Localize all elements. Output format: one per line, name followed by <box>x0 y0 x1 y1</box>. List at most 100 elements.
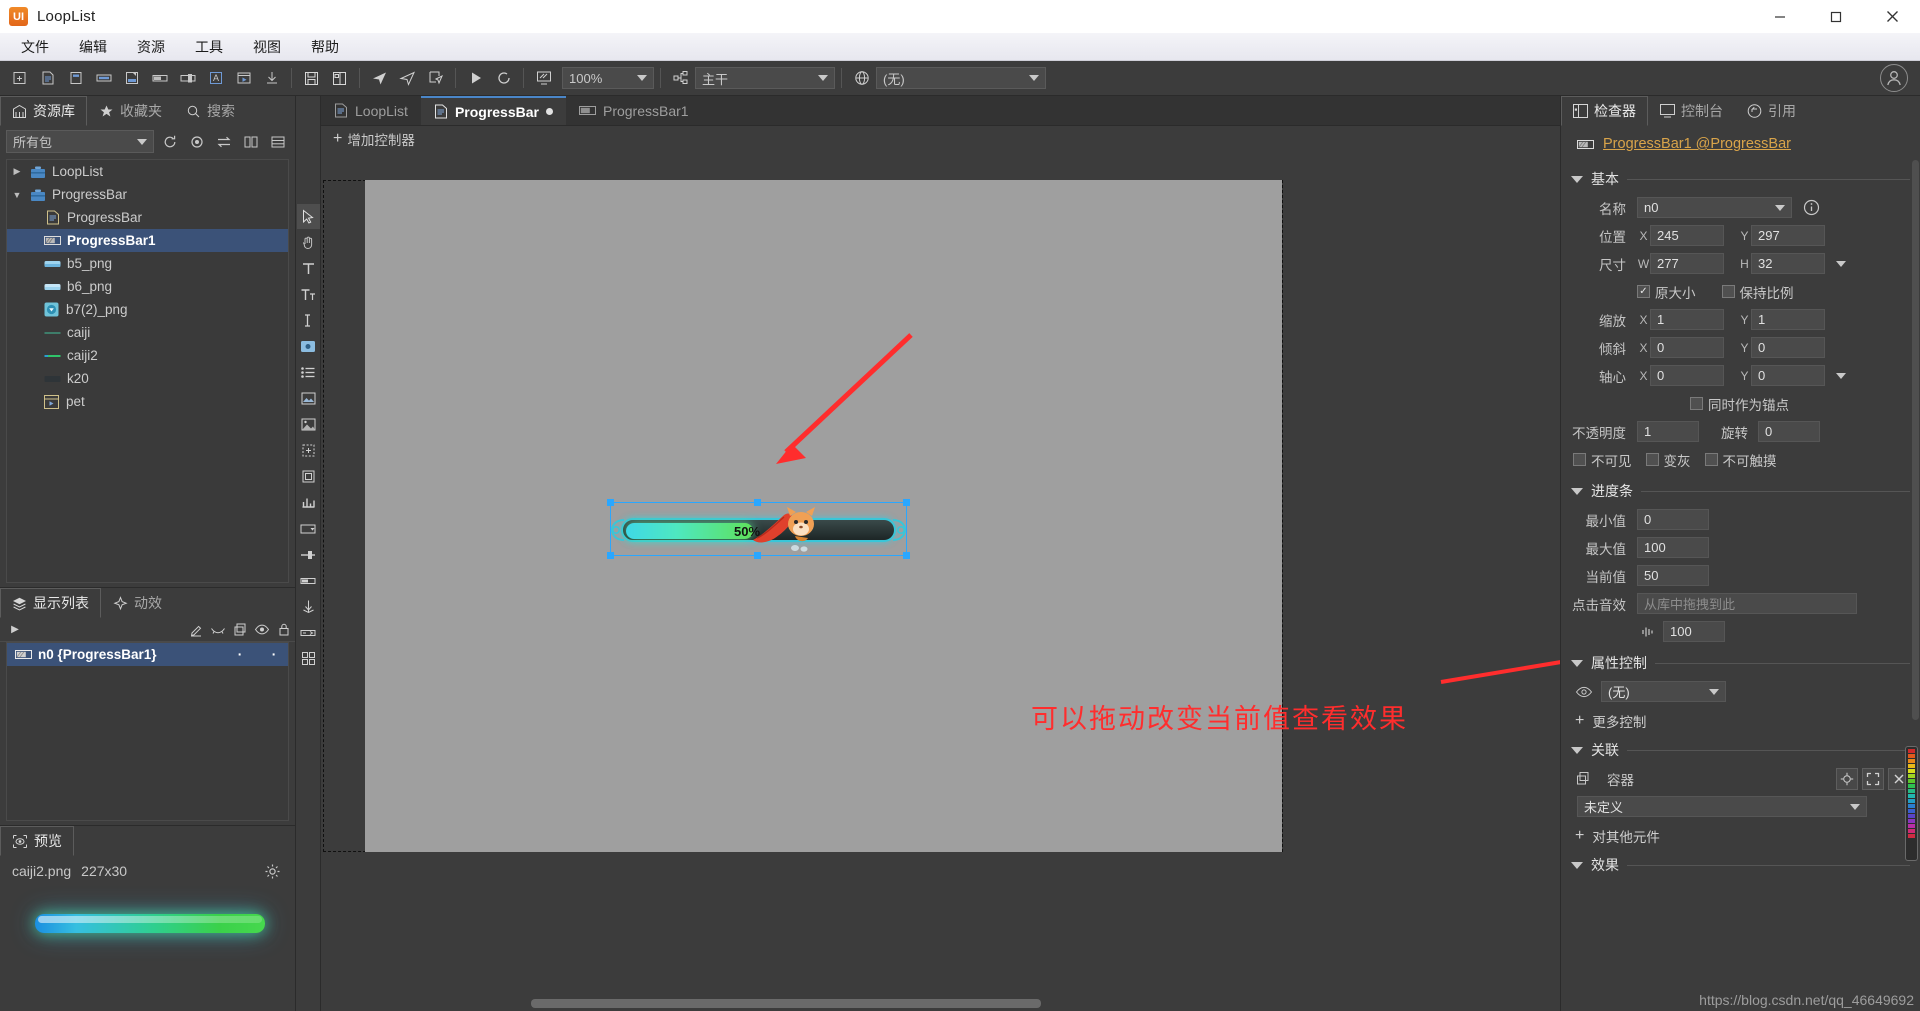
chevron-down-icon[interactable] <box>1571 659 1583 667</box>
chevron-right-icon[interactable]: ▶ <box>11 166 23 177</box>
chevron-down-icon[interactable] <box>1571 487 1583 495</box>
more-control-button[interactable]: + 更多控制 <box>1575 711 1910 731</box>
gear-icon[interactable] <box>261 860 283 882</box>
fullscreen-icon[interactable] <box>1862 767 1884 790</box>
visible-icon[interactable] <box>251 619 273 641</box>
pivot-expand-chevron-icon[interactable] <box>1836 372 1846 379</box>
tab-search[interactable]: 搜索 <box>174 96 247 126</box>
inspector-object-title[interactable]: ProgressBar1 @ProgressBar <box>1603 136 1791 152</box>
chevron-down-icon[interactable] <box>1571 175 1583 183</box>
resize-handle-ne[interactable] <box>903 499 910 506</box>
position-y-input[interactable]: 297 <box>1751 225 1825 246</box>
size-h-input[interactable]: 32 <box>1751 253 1825 274</box>
resize-handle-se[interactable] <box>903 552 910 559</box>
tree-item-progressbar-component[interactable]: ProgressBar <box>7 206 288 229</box>
menu-file[interactable]: 文件 <box>6 34 64 60</box>
sound-dropzone[interactable]: 从库中拖拽到此 <box>1637 593 1857 614</box>
name-input[interactable]: n0 <box>1637 197 1792 218</box>
close-icon[interactable] <box>1864 0 1920 33</box>
eye-icon[interactable] <box>1573 681 1595 703</box>
richtext-tool[interactable] <box>297 282 320 307</box>
list-icon[interactable] <box>267 131 289 153</box>
locate-icon[interactable] <box>186 131 208 153</box>
progress-tool[interactable] <box>297 594 320 619</box>
volume-input[interactable]: 100 <box>1663 621 1725 642</box>
inspector-scrollbar[interactable] <box>1912 160 1919 720</box>
current-value-input[interactable]: 50 <box>1637 565 1709 586</box>
tree-item-b5-png[interactable]: b5_png <box>7 252 288 275</box>
import-icon[interactable] <box>258 65 285 92</box>
align-tool[interactable] <box>297 646 320 671</box>
refresh-icon[interactable] <box>159 131 181 153</box>
menu-resource[interactable]: 资源 <box>122 34 180 60</box>
image-tool[interactable] <box>297 386 320 411</box>
tab-animation[interactable]: 动效 <box>101 588 174 618</box>
progressbar-widget[interactable]: 50% <box>607 499 910 559</box>
maximize-icon[interactable] <box>1808 0 1864 33</box>
new-package-icon[interactable] <box>6 65 33 92</box>
doc-tab-progressbar[interactable]: ProgressBar <box>420 96 566 125</box>
rotation-input[interactable]: 0 <box>1758 421 1820 442</box>
section-progressbar-header[interactable]: 进度条 <box>1571 481 1910 501</box>
display-list-rows[interactable]: n0 {ProgressBar1} · · <box>6 642 289 821</box>
anchor-checkbox[interactable] <box>1690 397 1703 410</box>
menu-help[interactable]: 帮助 <box>296 34 354 60</box>
tab-display-list[interactable]: 显示列表 <box>0 588 101 618</box>
input-tool[interactable] <box>297 308 320 333</box>
color-spectrum-strip[interactable] <box>1905 746 1918 861</box>
menu-tools[interactable]: 工具 <box>180 34 238 60</box>
max-value-input[interactable]: 100 <box>1637 537 1709 558</box>
size-expand-chevron-icon[interactable] <box>1836 260 1846 267</box>
plus-icon[interactable]: + <box>333 130 342 148</box>
section-relation-header[interactable]: 关联 <box>1571 740 1910 760</box>
scale-y-input[interactable]: 1 <box>1751 309 1825 330</box>
invisible-checkbox[interactable] <box>1573 453 1586 466</box>
section-basic-header[interactable]: 基本 <box>1571 169 1910 189</box>
keep-ratio-checkbox[interactable] <box>1721 285 1735 298</box>
hidden-eye-icon[interactable] <box>207 619 229 641</box>
pivot-y-input[interactable]: 0 <box>1751 365 1825 386</box>
group-tool[interactable] <box>297 438 320 463</box>
branch-selector[interactable]: 主干 <box>695 67 835 89</box>
tree-item-pet[interactable]: pet <box>7 390 288 413</box>
section-attribute-control-header[interactable]: 属性控制 <box>1571 653 1910 673</box>
publish-icon[interactable] <box>366 65 393 92</box>
tree-item-b6-png[interactable]: b6_png <box>7 275 288 298</box>
position-x-input[interactable]: 245 <box>1650 225 1724 246</box>
tab-favorites[interactable]: 收藏夹 <box>87 96 174 126</box>
doc-tab-progressbar1[interactable]: ProgressBar1 <box>565 96 702 125</box>
tree-tool[interactable] <box>297 620 320 645</box>
run-icon[interactable] <box>462 65 489 92</box>
chevron-down-icon[interactable] <box>1571 746 1583 754</box>
new-movieclip-icon[interactable] <box>230 65 257 92</box>
scrollbar-thumb[interactable] <box>531 999 1041 1008</box>
tree-item-progressbar1[interactable]: ProgressBar1 <box>7 229 288 252</box>
new-progressbar-icon[interactable] <box>146 65 173 92</box>
pivot-x-input[interactable]: 0 <box>1650 365 1724 386</box>
target-icon[interactable] <box>1836 767 1858 790</box>
list-tool[interactable] <box>297 360 320 385</box>
minimize-icon[interactable] <box>1752 0 1808 33</box>
row-lock-dot[interactable]: · <box>260 647 288 662</box>
graph-tool[interactable] <box>297 490 320 515</box>
lock-icon[interactable] <box>273 619 295 641</box>
resize-handle-sw[interactable] <box>607 552 614 559</box>
tree-item-caiji2[interactable]: caiji2 <box>7 344 288 367</box>
locale-selector[interactable]: (无) <box>876 67 1046 89</box>
loader-tool[interactable] <box>297 412 320 437</box>
publish-all-icon[interactable] <box>394 65 421 92</box>
list-item[interactable]: n0 {ProgressBar1} · · <box>7 643 288 666</box>
resize-handle-nw[interactable] <box>607 499 614 506</box>
refresh-icon[interactable] <box>490 65 517 92</box>
tab-reference[interactable]: 引用 <box>1735 96 1808 126</box>
hand-tool[interactable] <box>297 230 320 255</box>
relation-container-select[interactable]: 未定义 <box>1577 796 1867 817</box>
original-size-checkbox[interactable]: ✓ <box>1637 285 1650 298</box>
tab-preview[interactable]: 预览 <box>0 826 74 856</box>
pointer-tool[interactable] <box>296 204 320 229</box>
section-effect-header[interactable]: 效果 <box>1571 855 1910 875</box>
tab-inspector[interactable]: 检查器 <box>1561 96 1648 126</box>
edit-icon[interactable] <box>185 619 207 641</box>
chevron-down-icon[interactable]: ▼ <box>11 190 23 200</box>
tree-item-k20[interactable]: k20 <box>7 367 288 390</box>
